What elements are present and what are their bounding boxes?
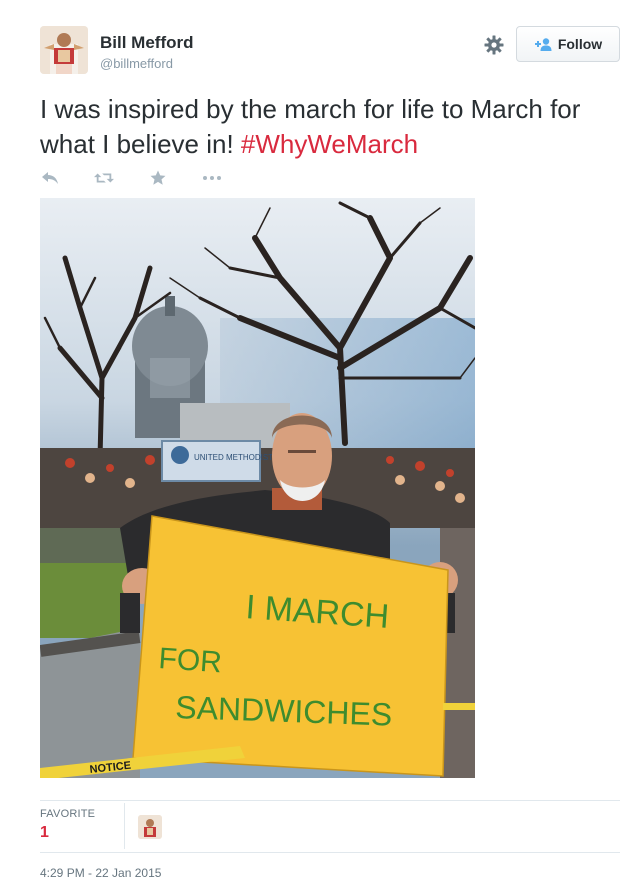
favorite-icon[interactable] xyxy=(148,168,168,188)
more-icon[interactable] xyxy=(202,168,222,188)
tweet-actions xyxy=(40,168,256,188)
divider xyxy=(40,800,620,801)
sign-line-3: SANDWICHES xyxy=(175,689,393,733)
favorites-label: FAVORITE xyxy=(40,808,96,820)
user-avatar[interactable] xyxy=(40,26,88,74)
tweet-photo[interactable]: UNITED METHODISTS I MARCH FOR SANDWICHES xyxy=(40,198,475,778)
user-handle[interactable]: @billmefford xyxy=(100,56,173,71)
tweet-text: I was inspired by the march for life to … xyxy=(40,92,620,162)
user-name[interactable]: Bill Mefford xyxy=(100,33,194,53)
reply-icon[interactable] xyxy=(40,168,60,188)
favorites-count: 1 xyxy=(40,824,49,841)
follow-button[interactable]: Follow xyxy=(516,26,620,62)
retweet-icon[interactable] xyxy=(94,168,114,188)
photo-banner: UNITED METHODISTS xyxy=(161,440,278,482)
follow-label: Follow xyxy=(557,36,603,52)
hashtag-link[interactable]: #WhyWeMarch xyxy=(241,129,418,159)
stat-separator xyxy=(124,803,125,849)
gear-icon[interactable] xyxy=(483,34,505,56)
add-user-icon xyxy=(534,37,552,51)
favorites-stat[interactable]: FAVORITE 1 xyxy=(40,808,95,842)
tweet-timestamp[interactable]: 4:29 PM - 22 Jan 2015 xyxy=(40,866,161,880)
banner-text: UNITED METHODISTS xyxy=(194,453,278,462)
favoriter-avatar[interactable] xyxy=(138,815,162,839)
divider xyxy=(40,852,620,853)
sign-line-2: FOR xyxy=(158,642,223,679)
tweet-header: Bill Mefford @billmefford Follow xyxy=(40,26,620,78)
